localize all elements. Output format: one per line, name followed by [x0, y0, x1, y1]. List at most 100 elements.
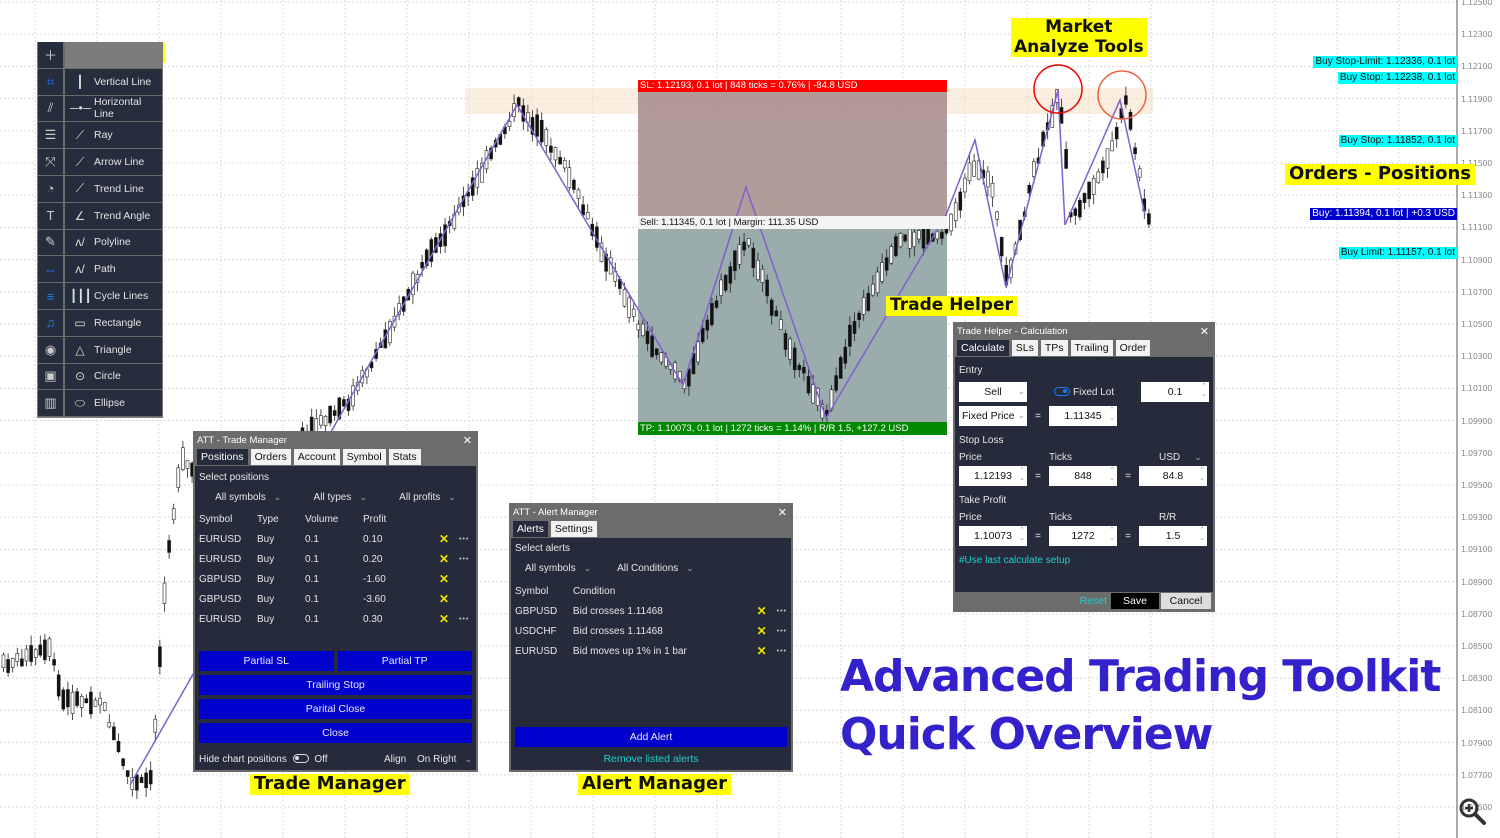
alert-row[interactable]: EURUSD Bid moves up 1% in 1 bar ✕ ••• [515, 641, 787, 661]
close-icon[interactable]: ✕ [1200, 324, 1213, 340]
lot-input[interactable]: 0.1 ⌃ ⌄ [1141, 382, 1209, 402]
pattern-icon[interactable]: ⤧ [38, 149, 65, 175]
menu-item-arrow-line[interactable]: ⟋ Arrow Line [65, 149, 162, 175]
close-position-icon[interactable]: ✕ [439, 612, 459, 626]
more-options-icon[interactable]: ••• [777, 628, 787, 635]
menu-item-circle[interactable]: ⊙ Circle [65, 363, 162, 390]
tab-stats[interactable]: Stats [388, 449, 421, 465]
order-buy-stop-limit[interactable]: Buy Stop-Limit: 1.12336, 0.1 lot [1313, 56, 1457, 68]
eye-icon[interactable]: ◉ [38, 336, 65, 363]
delete-alert-icon[interactable]: ✕ [757, 604, 777, 618]
menu-item-triangle[interactable]: △ Triangle [65, 336, 162, 363]
use-last-setup-link[interactable]: #Use last calculate setup [959, 555, 1209, 566]
menu-item-path[interactable]: ᴧ/Path [65, 256, 162, 283]
menu-item-ray[interactable]: ⟋ Ray [65, 122, 162, 149]
zoom-in-icon[interactable] [1457, 796, 1487, 826]
menu-item-ellipse[interactable]: ⬭ Ellipse [65, 390, 162, 417]
more-options-icon[interactable]: ••• [459, 536, 469, 543]
tab-order[interactable]: Order [1115, 340, 1151, 356]
tab-symbol[interactable]: Symbol [342, 449, 386, 465]
order-buy-stop-1[interactable]: Buy Stop: 1.12238, 0.1 lot [1337, 72, 1457, 84]
sl-col-currency[interactable]: USD ⌄ [1159, 452, 1202, 463]
symbols-filter[interactable]: All symbols ⌄ [215, 492, 281, 503]
align-select[interactable]: On Right ⌄ [417, 754, 472, 765]
diagonal-lines-icon[interactable]: ⫽ [38, 95, 65, 122]
shapes-icon[interactable]: ◔ [38, 175, 65, 202]
trash-icon[interactable]: ▥ [38, 390, 65, 417]
position-row[interactable]: GBPUSD Buy 0.1 -1.60 ✕ [199, 569, 472, 589]
save-button[interactable]: Save [1111, 593, 1159, 609]
tab-account[interactable]: Account [293, 449, 340, 465]
alert-symbols-filter[interactable]: All symbols ⌄ [525, 563, 591, 574]
partial-tp-button[interactable]: Partial TP [337, 651, 472, 671]
spinner-icon[interactable]: ⌃ ⌄ [1109, 467, 1115, 483]
bell-icon[interactable]: ♫ [38, 309, 65, 336]
menu-item-vertical-line[interactable]: ┃ Vertical Line [65, 68, 162, 95]
tab-alerts[interactable]: Alerts [513, 521, 548, 537]
tab-orders[interactable]: Orders [250, 449, 291, 465]
close-icon[interactable]: ✕ [778, 505, 791, 521]
crosshair-icon[interactable]: ＋ [38, 42, 65, 68]
tab-positions[interactable]: Positions [197, 449, 248, 465]
fixed-lot-toggle[interactable] [1054, 387, 1070, 397]
more-options-icon[interactable]: ••• [459, 556, 469, 563]
alert-row[interactable]: USDCHF Bid crosses 1.11468 ✕ ••• [515, 621, 787, 641]
delete-alert-icon[interactable]: ✕ [757, 624, 777, 638]
tp-label[interactable]: TP: 1.10073, 0.1 lot | 1272 ticks = 1.14… [638, 422, 947, 435]
delete-alert-icon[interactable]: ✕ [757, 644, 777, 658]
tab-calculate[interactable]: Calculate [957, 340, 1009, 356]
fixed-lot-control[interactable]: Fixed Lot [1051, 387, 1114, 398]
add-alert-button[interactable]: Add Alert [515, 727, 787, 747]
spinner-icon[interactable]: ⌃ ⌄ [1109, 527, 1115, 543]
reset-button[interactable]: Reset [1076, 595, 1111, 607]
menu-item-trend-angle[interactable]: ∠ Trend Angle [65, 202, 162, 229]
remove-alerts-link[interactable]: Remove listed alerts [515, 753, 787, 765]
tab-settings[interactable]: Settings [550, 521, 597, 537]
close-icon[interactable]: ✕ [463, 433, 476, 449]
spinner-icon[interactable]: ⌃ ⌄ [1019, 527, 1025, 543]
close-position-icon[interactable]: ✕ [439, 592, 459, 606]
measure-icon[interactable]: ⇔ [38, 256, 65, 283]
entry-price-input[interactable]: 1.11345 ⌃ ⌄ [1049, 406, 1117, 426]
types-filter[interactable]: All types ⌄ [314, 492, 367, 503]
alert-manager-titlebar[interactable]: ATT - Alert Manager ✕ [511, 505, 791, 521]
sl-price-input[interactable]: 1.12193 ⌃ ⌄ [959, 466, 1027, 486]
partial-close-button[interactable]: Parital Close [199, 699, 472, 719]
tp-price-input[interactable]: 1.10073 ⌃ ⌄ [959, 526, 1027, 546]
spinner-icon[interactable]: ⌃ ⌄ [1019, 467, 1025, 483]
more-options-icon[interactable]: ••• [459, 616, 469, 623]
sl-ticks-input[interactable]: 848 ⌃ ⌄ [1049, 466, 1117, 486]
close-positions-button[interactable]: Close [199, 723, 472, 743]
cancel-button[interactable]: Cancel [1161, 593, 1211, 609]
entry-label[interactable]: Sell: 1.11345, 0.1 lot | Margin: 111.35 … [638, 216, 947, 229]
menu-item-rectangle[interactable]: ▭ Rectangle [65, 309, 162, 336]
selection-icon[interactable]: ⌗ [38, 68, 65, 95]
position-row[interactable]: EURUSD Buy 0.1 0.20 ✕ ••• [199, 549, 472, 569]
tab-tps[interactable]: TPs [1040, 340, 1068, 356]
tab-sls[interactable]: SLs [1011, 340, 1038, 356]
more-options-icon[interactable]: ••• [777, 608, 787, 615]
order-buy-stop-2[interactable]: Buy Stop: 1.11852, 0.1 lot [1338, 135, 1457, 147]
tp-ticks-input[interactable]: 1272 ⌃ ⌄ [1049, 526, 1117, 546]
spinner-icon[interactable]: ⌃ ⌄ [1199, 467, 1205, 483]
menu-item-cycle-lines[interactable]: ┃┃┃ Cycle Lines [65, 283, 162, 309]
sl-label[interactable]: SL: 1.12193, 0.1 lot | 848 ticks = 0.76%… [638, 80, 947, 92]
spinner-icon[interactable]: ⌃ ⌄ [1199, 527, 1205, 543]
hide-positions-toggle[interactable] [292, 754, 309, 764]
close-position-icon[interactable]: ✕ [439, 552, 459, 566]
price-mode-select[interactable]: Fixed Price ⌄ [959, 406, 1027, 426]
trade-manager-titlebar[interactable]: ATT - Trade Manager ✕ [195, 433, 476, 449]
order-buy-limit[interactable]: Buy Limit: 1.11157, 0.1 lot [1338, 247, 1457, 259]
more-options-icon[interactable]: ••• [777, 648, 787, 655]
notification-icon[interactable]: ≡ [38, 283, 65, 309]
position-row[interactable]: EURUSD Buy 0.1 0.30 ✕ ••• [199, 609, 472, 629]
position-buy[interactable]: Buy: 1.11394, 0.1 lot | +0.3 USD [1310, 208, 1457, 220]
text-icon[interactable]: T [38, 202, 65, 229]
ruler-icon[interactable]: ✎ [38, 229, 65, 256]
menu-item-horizontal-line[interactable]: ─•─ Horizontal Line [65, 95, 162, 122]
partial-sl-button[interactable]: Partial SL [199, 651, 334, 671]
menu-item-polyline[interactable]: ᴧ/Polyline [65, 229, 162, 256]
close-position-icon[interactable]: ✕ [439, 572, 459, 586]
menu-item-trend-line[interactable]: ⟋ Trend Line [65, 175, 162, 202]
fib-lines-icon[interactable]: ☰ [38, 122, 65, 149]
